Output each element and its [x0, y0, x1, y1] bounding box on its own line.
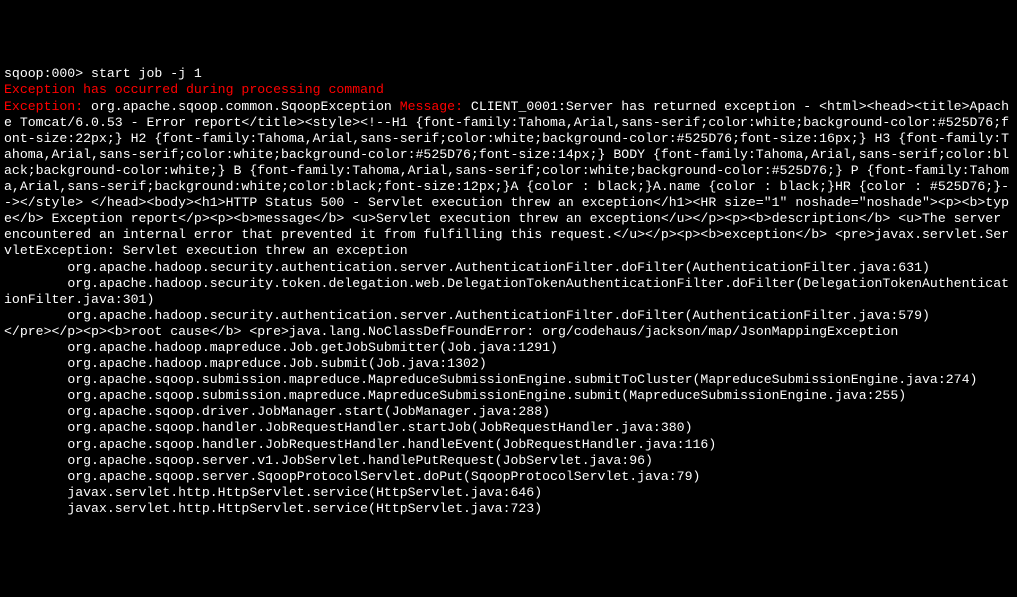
root-cause-line: </pre></p><p><b>root cause</b> <pre>java… — [4, 324, 898, 339]
exception-class: org.apache.sqoop.common.SqoopException — [83, 99, 400, 114]
command-text: start job -j 1 — [83, 66, 202, 81]
stack-line: org.apache.sqoop.driver.JobManager.start… — [4, 404, 550, 419]
stack-line: org.apache.sqoop.handler.JobRequestHandl… — [4, 420, 693, 435]
stack-line: org.apache.sqoop.server.v1.JobServlet.ha… — [4, 453, 653, 468]
message-label: Message: — [400, 99, 463, 114]
stack-line: org.apache.hadoop.security.authenticatio… — [4, 308, 930, 323]
stack-line: javax.servlet.http.HttpServlet.service(H… — [4, 485, 542, 500]
stack-line: org.apache.hadoop.mapreduce.Job.getJobSu… — [4, 340, 558, 355]
error-title: Exception has occurred during processing… — [4, 82, 384, 97]
terminal-output: sqoop:000> start job -j 1 Exception has … — [4, 66, 1013, 517]
stack-line: org.apache.hadoop.mapreduce.Job.submit(J… — [4, 356, 487, 371]
prompt-label: sqoop:000> — [4, 66, 83, 81]
stack-line: org.apache.sqoop.submission.mapreduce.Ma… — [4, 388, 906, 403]
stack-line: org.apache.sqoop.server.SqoopProtocolSer… — [4, 469, 700, 484]
stack-line: javax.servlet.http.HttpServlet.service(H… — [4, 501, 542, 516]
stack-line: org.apache.hadoop.security.token.delegat… — [4, 276, 1009, 307]
message-body: CLIENT_0001:Server has returned exceptio… — [4, 99, 1009, 259]
stack-line: org.apache.sqoop.submission.mapreduce.Ma… — [4, 372, 977, 387]
stack-line: org.apache.sqoop.handler.JobRequestHandl… — [4, 437, 716, 452]
stack-line: org.apache.hadoop.security.authenticatio… — [4, 260, 930, 275]
exception-label: Exception: — [4, 99, 83, 114]
